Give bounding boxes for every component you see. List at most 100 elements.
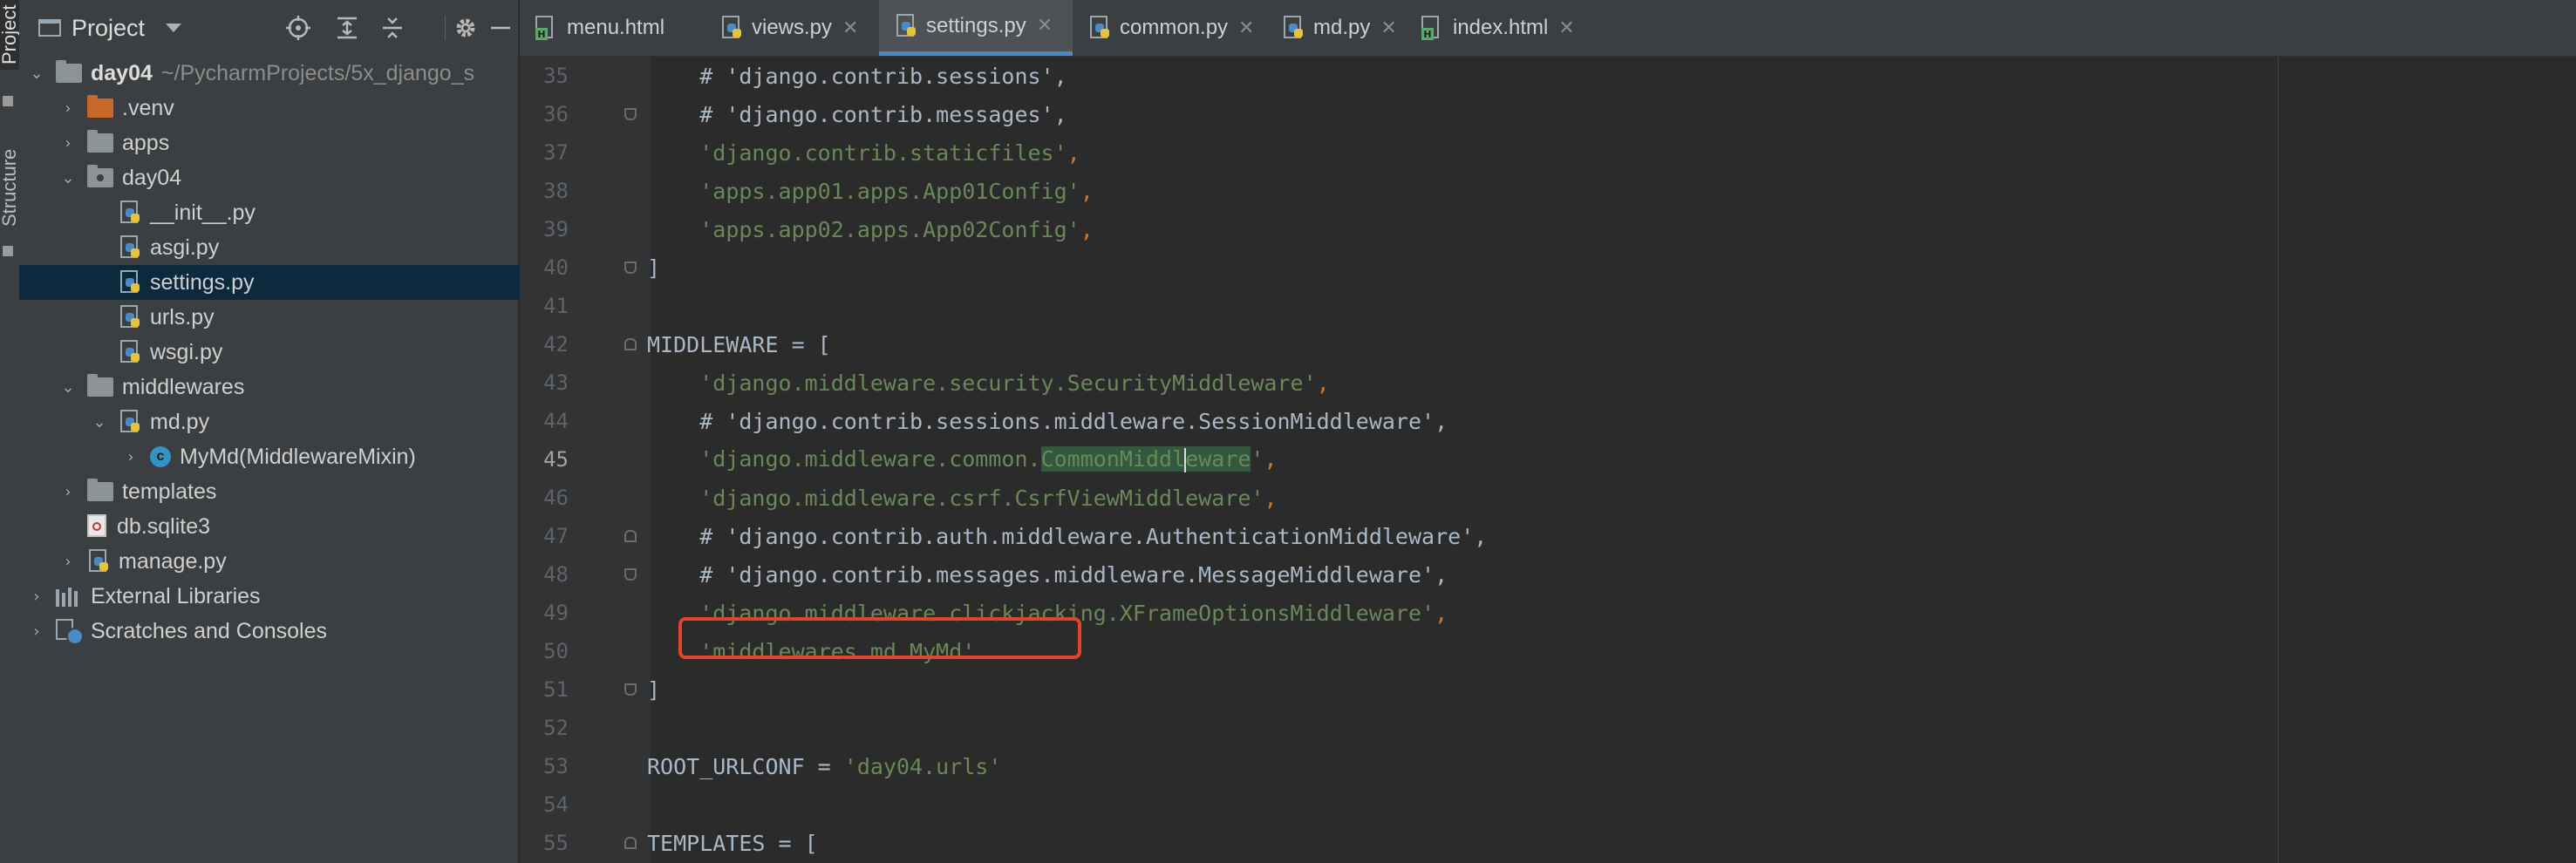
string-token: 'apps.app01.apps.App01Config': [699, 178, 1080, 204]
code-line[interactable]: 38 'apps.app01.apps.App01Config',: [520, 172, 2576, 210]
tab-common-py[interactable]: common.py ✕: [1073, 0, 1266, 56]
chevron-right-icon[interactable]: ›: [58, 551, 78, 572]
code-line[interactable]: 43 'django.middleware.security.SecurityM…: [520, 364, 2576, 402]
tree-item-label: middlewares: [122, 374, 245, 399]
tab-label: menu.html: [567, 16, 665, 39]
code-text: ROOT_URLCONF =: [647, 753, 844, 779]
chevron-right-icon[interactable]: ›: [26, 621, 47, 642]
fold-marker-icon[interactable]: [624, 108, 637, 120]
tree-item-md-py[interactable]: ⌄ md.py: [19, 404, 588, 439]
code-line[interactable]: 42 MIDDLEWARE = [: [520, 325, 2576, 364]
tab-label: common.py: [1120, 16, 1229, 39]
tree-item-day04-package[interactable]: ⌄ day04: [19, 160, 556, 195]
project-panel-header: Project: [19, 0, 518, 56]
tree-item-init-py[interactable]: __init__.py: [19, 195, 588, 230]
close-icon[interactable]: ✕: [1558, 17, 1574, 39]
chevron-right-icon[interactable]: ›: [120, 446, 141, 467]
tab-label: index.html: [1453, 16, 1549, 39]
code-line[interactable]: 52: [520, 709, 2576, 747]
project-view-selector[interactable]: Project: [38, 12, 182, 44]
code-line[interactable]: 46 'django.middleware.csrf.CsrfViewMiddl…: [520, 479, 2576, 517]
code-text: ]: [647, 676, 661, 703]
close-icon[interactable]: ✕: [842, 17, 858, 39]
expand-all-icon[interactable]: [333, 14, 361, 42]
tree-item-wsgi-py[interactable]: wsgi.py: [19, 335, 588, 370]
project-tool-tab[interactable]: Project: [0, 0, 20, 70]
line-number: 38: [543, 179, 569, 203]
code-line[interactable]: 53 ROOT_URLCONF = 'day04.urls': [520, 747, 2576, 785]
fold-marker-icon[interactable]: [624, 530, 637, 542]
string-token: 'django.middleware.csrf.CsrfViewMiddlewa…: [699, 485, 1264, 511]
tree-item-label: manage.py: [119, 548, 227, 574]
code-line[interactable]: 41: [520, 287, 2576, 325]
tree-item-asgi-py[interactable]: asgi.py: [19, 230, 588, 265]
tree-item-settings-py[interactable]: settings.py: [19, 265, 588, 300]
structure-tool-tab[interactable]: Structure: [0, 131, 20, 244]
tab-md-py[interactable]: md.py ✕: [1266, 0, 1406, 56]
chevron-down-icon[interactable]: ⌄: [58, 167, 78, 188]
line-number: 39: [543, 217, 569, 241]
chevron-right-icon[interactable]: ›: [58, 98, 78, 119]
tab-settings-py[interactable]: settings.py ✕: [879, 0, 1073, 56]
line-number: 52: [543, 716, 569, 740]
tree-item-scratches[interactable]: › Scratches and Consoles: [19, 614, 525, 649]
tree-item-day04-root[interactable]: ⌄ day04 ~/PycharmProjects/5x_django_s: [19, 56, 525, 91]
close-icon[interactable]: ✕: [1238, 17, 1254, 39]
chevron-down-icon[interactable]: ⌄: [26, 63, 47, 84]
close-icon[interactable]: ✕: [1380, 17, 1396, 39]
structure-tab-marker-icon: [3, 246, 13, 256]
code-line[interactable]: 54: [520, 785, 2576, 824]
fold-marker-icon[interactable]: [624, 683, 637, 696]
chevron-right-icon[interactable]: ›: [58, 481, 78, 502]
code-line[interactable]: 39 'apps.app02.apps.App02Config',: [520, 210, 2576, 248]
python-file-icon: [720, 16, 743, 40]
minimize-icon[interactable]: [487, 14, 515, 42]
tree-item-label: md.py: [150, 409, 210, 434]
chevron-down-icon[interactable]: ⌄: [89, 411, 110, 432]
tree-item-label: .venv: [122, 95, 174, 120]
tree-item-manage-py[interactable]: › manage.py: [19, 544, 556, 579]
code-editor[interactable]: 35 # 'django.contrib.sessions', 36 # 'dj…: [520, 57, 2576, 863]
string-token: 'django.middleware.security.SecurityMidd…: [699, 370, 1317, 396]
code-line[interactable]: 55 TEMPLATES = [: [520, 824, 2576, 862]
tree-item-apps[interactable]: › apps: [19, 126, 556, 160]
tree-item-db-sqlite3[interactable]: db.sqlite3: [19, 509, 556, 544]
tree-item-label: asgi.py: [150, 234, 220, 260]
line-number: 36: [543, 102, 569, 126]
html-file-icon: H: [535, 16, 558, 40]
chevron-right-icon[interactable]: ›: [58, 133, 78, 153]
line-number: 47: [543, 524, 569, 548]
tree-item-external-libraries[interactable]: › External Libraries: [19, 579, 525, 614]
tab-views-py[interactable]: views.py ✕: [705, 0, 879, 56]
close-icon[interactable]: ✕: [1037, 15, 1053, 37]
tree-item-urls-py[interactable]: urls.py: [19, 300, 588, 335]
tab-menu-html[interactable]: H menu.html: [520, 0, 705, 56]
code-line[interactable]: 40 ]: [520, 248, 2576, 287]
python-file-icon: [119, 235, 141, 260]
code-line[interactable]: 36 # 'django.contrib.messages',: [520, 95, 2576, 133]
tree-item-label: wsgi.py: [150, 339, 223, 364]
crosshair-icon[interactable]: [284, 14, 312, 42]
tab-index-html[interactable]: H index.html ✕: [1406, 0, 1598, 56]
collapse-all-icon[interactable]: [378, 14, 406, 42]
fold-marker-icon[interactable]: [624, 262, 637, 274]
chevron-down-icon: [166, 24, 182, 32]
chevron-down-icon[interactable]: ⌄: [58, 377, 78, 398]
chevron-right-icon[interactable]: ›: [26, 586, 47, 607]
annotation-highlight-box: [678, 617, 1081, 659]
code-line[interactable]: 37 'django.contrib.staticfiles',: [520, 133, 2576, 172]
code-line-current[interactable]: 45 'django.middleware.common.CommonMiddl…: [520, 440, 2576, 479]
line-number: 50: [543, 639, 569, 663]
fold-marker-icon[interactable]: [624, 568, 637, 581]
tree-item-middlewares[interactable]: ⌄ middlewares: [19, 370, 556, 404]
code-line[interactable]: 51 ]: [520, 670, 2576, 709]
code-line[interactable]: 48 # 'django.contrib.messages.middleware…: [520, 555, 2576, 594]
code-line[interactable]: 44 # 'django.contrib.sessions.middleware…: [520, 402, 2576, 440]
fold-marker-icon[interactable]: [624, 837, 637, 849]
code-line[interactable]: 35 # 'django.contrib.sessions',: [520, 57, 2576, 95]
gear-icon[interactable]: [452, 14, 480, 42]
fold-marker-icon[interactable]: [624, 338, 637, 350]
code-line[interactable]: 47 # 'django.contrib.auth.middleware.Aut…: [520, 517, 2576, 555]
tree-item-venv[interactable]: › .venv: [19, 91, 556, 126]
tree-item-templates[interactable]: › templates: [19, 474, 556, 509]
